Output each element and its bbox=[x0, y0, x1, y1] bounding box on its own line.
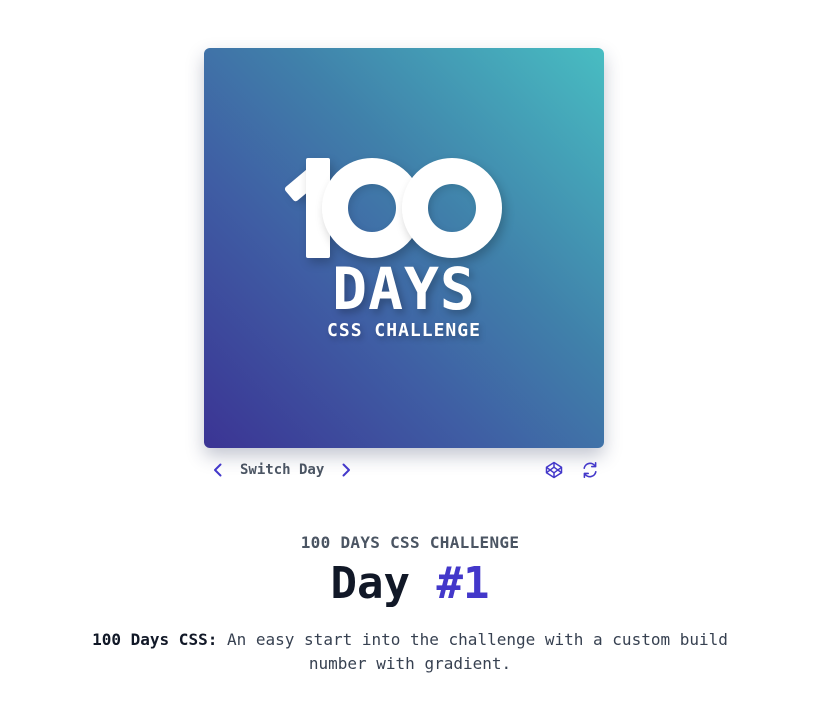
title-prefix: Day bbox=[330, 558, 410, 609]
logo-digit-zero bbox=[402, 158, 502, 258]
refresh-button[interactable] bbox=[580, 460, 600, 480]
page-title: Day #1 bbox=[0, 556, 820, 612]
refresh-icon bbox=[583, 462, 597, 478]
challenge-eyebrow: 100 DAYS CSS CHALLENGE bbox=[300, 533, 520, 552]
challenge-preview-card: DAYS CSS CHALLENGE bbox=[204, 48, 604, 448]
chevron-left-icon bbox=[214, 463, 222, 477]
codepen-icon bbox=[545, 461, 563, 479]
challenge-description: 100 Days CSS: An easy start into the cha… bbox=[80, 628, 740, 676]
switch-day-label: Switch Day bbox=[240, 462, 325, 478]
day-switcher-controls: Switch Day bbox=[204, 456, 604, 484]
description-lead: 100 Days CSS: bbox=[92, 630, 218, 649]
chevron-right-icon bbox=[342, 463, 350, 477]
day-number: #1 bbox=[436, 558, 490, 609]
description-text: An easy start into the challenge with a … bbox=[226, 630, 728, 673]
logo-subtitle: CSS CHALLENGE bbox=[327, 320, 481, 341]
codepen-link-button[interactable] bbox=[544, 460, 564, 480]
hundred-days-logo: DAYS CSS CHALLENGE bbox=[204, 48, 604, 448]
logo-days-word: DAYS bbox=[332, 255, 476, 323]
previous-day-button[interactable] bbox=[208, 460, 228, 480]
next-day-button[interactable] bbox=[336, 460, 356, 480]
